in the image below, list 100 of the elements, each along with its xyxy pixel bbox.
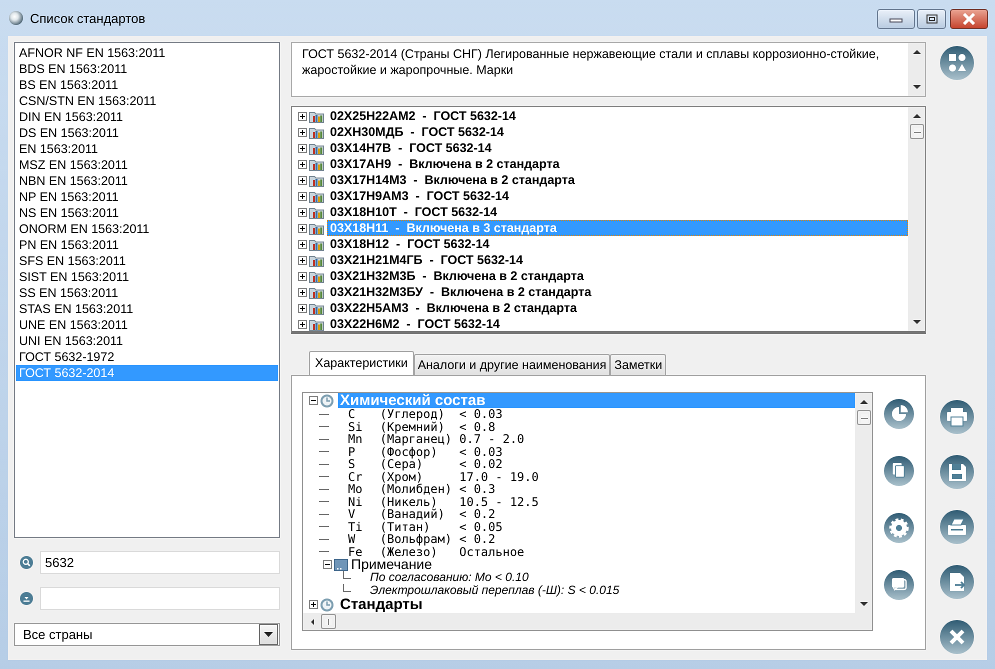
download-icon: [20, 592, 33, 605]
list-item[interactable]: EN 1563:2011: [16, 141, 278, 157]
tree-item[interactable]: 03Х14Н7В - ГОСТ 5632-14: [327, 140, 908, 156]
shapes-icon[interactable]: [940, 46, 974, 80]
tree-item[interactable]: 03Х22Н5АМ3 - Включена в 2 стандарта: [327, 300, 908, 316]
folder-icon: [309, 206, 324, 218]
clock-icon: [320, 394, 334, 408]
horizontal-scrollbar[interactable]: [303, 613, 872, 630]
list-item[interactable]: STAS EN 1563:2011: [16, 301, 278, 317]
expand-icon[interactable]: [309, 600, 318, 609]
scanner-icon[interactable]: [940, 510, 974, 544]
window-title: Список стандартов: [30, 10, 146, 26]
collapse-icon[interactable]: [323, 560, 332, 569]
maximize-button[interactable]: [917, 9, 946, 29]
expand-icon[interactable]: [298, 240, 307, 248]
tree-item[interactable]: 03Х18Н10Т - ГОСТ 5632-14: [327, 204, 908, 220]
scrollbar[interactable]: [855, 393, 872, 613]
tree-item[interactable]: 02ХН30МДБ - ГОСТ 5632-14: [327, 124, 908, 140]
list-item[interactable]: DIN EN 1563:2011: [16, 109, 278, 125]
list-item[interactable]: NP EN 1563:2011: [16, 189, 278, 205]
list-item[interactable]: AFNOR NF EN 1563:2011: [16, 45, 278, 61]
element-value: < 0.03: [459, 446, 503, 458]
list-item[interactable]: BDS EN 1563:2011: [16, 61, 278, 77]
app-icon: [9, 11, 23, 25]
close-icon[interactable]: [940, 620, 974, 654]
close-button[interactable]: [950, 9, 988, 29]
element-symbol: Mo: [348, 483, 364, 496]
list-item[interactable]: UNI EN 1563:2011: [16, 333, 278, 349]
list-item[interactable]: UNE EN 1563:2011: [16, 317, 278, 333]
input-field[interactable]: [40, 587, 280, 610]
list-item[interactable]: ГОСТ 5632-1972: [16, 349, 278, 365]
tree-item[interactable]: Стандарты: [338, 597, 855, 612]
list-item[interactable]: SIST EN 1563:2011: [16, 269, 278, 285]
tree-item[interactable]: 02Х25Н22АМ2 - ГОСТ 5632-14: [327, 108, 908, 124]
list-item[interactable]: BS EN 1563:2011: [16, 77, 278, 93]
expand-icon[interactable]: [298, 160, 307, 168]
export-icon[interactable]: [940, 565, 974, 599]
tree-item[interactable]: 03Х18Н12 - ГОСТ 5632-14: [327, 236, 908, 252]
tree-item[interactable]: 03Х22Н6М2 - ГОСТ 5632-14: [327, 316, 908, 331]
folder-icon: [309, 222, 324, 234]
scrollbar[interactable]: [908, 107, 925, 331]
note-text: По согласованию: Mo < 0.10: [370, 571, 529, 584]
folder-icon: [309, 302, 324, 314]
tab[interactable]: Характеристики: [309, 351, 414, 375]
tree-item[interactable]: 03Х17Н14М3 - Включена в 2 стандарта: [327, 172, 908, 188]
element-value: Остальное: [459, 546, 524, 558]
description-text: ГОСТ 5632-2014 (Страны СНГ) Легированные нержавеющие стали и сплавы коррозионно-стойкие, жаростойкие и жаропрочные. Марки: [301, 46, 880, 79]
expand-icon[interactable]: [298, 256, 307, 264]
expand-icon[interactable]: [298, 128, 307, 136]
expand-icon[interactable]: [298, 224, 307, 232]
tree-item[interactable]: Примечание: [351, 558, 432, 571]
element-value: < 0.8: [459, 420, 496, 433]
expand-icon[interactable]: [298, 112, 307, 120]
element-value: 10.5 - 12.5: [459, 496, 539, 508]
tree-item[interactable]: 03Х17Н9АМ3 - ГОСТ 5632-14: [327, 188, 908, 204]
element-name: (Молибден): [380, 483, 454, 496]
tree-item[interactable]: 03Х21Н32М3Б - Включена в 2 стандарта: [327, 268, 908, 284]
settings-icon[interactable]: [884, 513, 914, 543]
expand-icon[interactable]: [298, 192, 307, 200]
element-symbol: V: [348, 508, 356, 520]
element-name: (Титан): [380, 520, 430, 533]
expand-icon[interactable]: [298, 208, 307, 216]
element-value: < 0.3: [459, 483, 496, 496]
element-name: (Фосфор): [380, 446, 438, 458]
chat-icon[interactable]: [884, 570, 914, 600]
list-item[interactable]: NBN EN 1563:2011: [16, 173, 278, 189]
tab[interactable]: Аналоги и другие наименования: [414, 354, 610, 375]
tab[interactable]: Заметки: [610, 354, 666, 375]
tree-item[interactable]: 03Х21Н32М3БУ - Включена в 2 стандарта: [327, 284, 908, 300]
expand-icon[interactable]: [298, 320, 307, 328]
folder-icon: [309, 286, 324, 298]
list-item[interactable]: NS EN 1563:2011: [16, 205, 278, 221]
scrollbar[interactable]: [908, 43, 925, 96]
expand-icon[interactable]: [298, 304, 307, 312]
list-item[interactable]: ONORM EN 1563:2011: [16, 221, 278, 237]
list-item[interactable]: SFS EN 1563:2011: [16, 253, 278, 269]
element-symbol: W: [348, 533, 356, 546]
printer-icon[interactable]: [940, 400, 974, 434]
minimize-button[interactable]: [877, 9, 915, 29]
search-icon: [20, 556, 33, 569]
pie-chart-icon[interactable]: [884, 399, 914, 429]
list-item[interactable]: CSN/STN EN 1563:2011: [16, 93, 278, 109]
collapse-icon[interactable]: [309, 396, 318, 405]
list-item[interactable]: SS EN 1563:2011: [16, 285, 278, 301]
expand-icon[interactable]: [298, 288, 307, 296]
element-value: < 0.05: [459, 520, 503, 533]
expand-icon[interactable]: [298, 144, 307, 152]
folder-icon: [309, 318, 324, 330]
tree-item[interactable]: 03Х21Н21М4ГБ - ГОСТ 5632-14: [327, 252, 908, 268]
search-field[interactable]: 5632: [40, 551, 280, 574]
list-item[interactable]: MSZ EN 1563:2011: [16, 157, 278, 173]
country-dropdown[interactable]: Все страны: [14, 623, 280, 646]
tree-item[interactable]: 03Х17АН9 - Включена в 2 стандарта: [327, 156, 908, 172]
save-icon[interactable]: [940, 455, 974, 489]
expand-icon[interactable]: [298, 176, 307, 184]
list-item[interactable]: PN EN 1563:2011: [16, 237, 278, 253]
expand-icon[interactable]: [298, 272, 307, 280]
list-item[interactable]: DS EN 1563:2011: [16, 125, 278, 141]
element-symbol: C: [348, 408, 356, 420]
copy-icon[interactable]: [884, 456, 914, 486]
